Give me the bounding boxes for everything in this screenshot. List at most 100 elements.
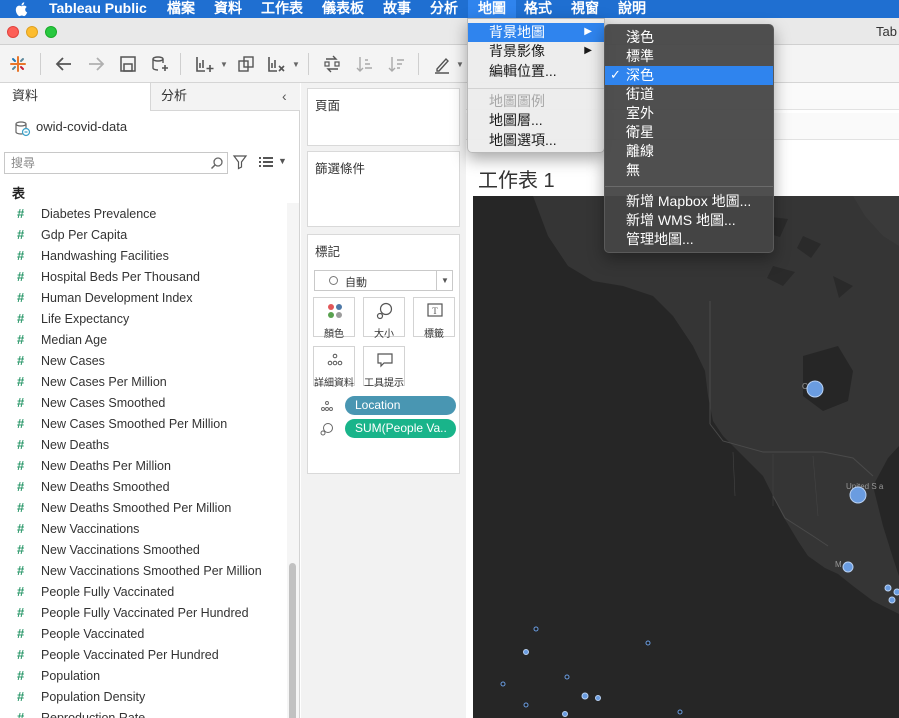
map-mark[interactable] [523,702,529,708]
field-item[interactable]: # New Vaccinations [0,519,286,540]
field-item[interactable]: # Human Development Index [0,288,286,309]
filter-icon[interactable] [232,154,248,170]
map-mark[interactable] [888,596,896,604]
minimize-window-button[interactable] [26,26,38,38]
field-item[interactable]: # People Fully Vaccinated Per Hundred [0,603,286,624]
field-item[interactable]: # Population Density [0,687,286,708]
field-item[interactable]: # Population [0,666,286,687]
field-item[interactable]: # New Cases Smoothed [0,393,286,414]
map-canvas[interactable]: Ca a United S a M co [473,196,899,718]
submenu-item-light[interactable]: 淺色 [605,28,654,47]
sort-descending-icon[interactable] [384,52,408,76]
map-mark[interactable] [595,695,601,701]
zoom-window-button[interactable] [45,26,57,38]
field-item[interactable]: # Handwashing Facilities [0,246,286,267]
scrollbar-thumb[interactable] [289,563,296,718]
field-item[interactable]: # People Vaccinated Per Hundred [0,645,286,666]
submenu-item-streets[interactable]: 街道 [605,85,654,104]
chevron-down-icon[interactable]: ▼ [456,60,464,69]
tab-data[interactable]: 資料 [0,83,150,111]
detail-button[interactable]: 詳細資料 [313,346,355,389]
sort-ascending-icon[interactable] [352,52,376,76]
tab-analysis[interactable]: 分析 [150,83,300,111]
menu-analysis[interactable]: 分析 [430,0,458,18]
map-mark[interactable] [564,674,570,680]
small-map-marks[interactable] [500,626,683,715]
submenu-item-none[interactable]: 無 [605,161,640,180]
field-item[interactable]: # New Cases Per Million [0,372,286,393]
submenu-item-add-wms[interactable]: 新增 WMS 地圖... [605,211,736,230]
map-mark[interactable] [842,561,854,573]
color-button[interactable]: 顏色 [313,297,355,340]
apple-icon[interactable] [14,0,30,18]
map-mark[interactable] [581,692,589,700]
menu-file[interactable]: 檔案 [167,0,195,18]
field-item[interactable]: # Hospital Beds Per Thousand [0,267,286,288]
menu-window[interactable]: 視窗 [571,0,599,18]
field-item[interactable]: # New Deaths [0,435,286,456]
map-mark[interactable] [500,681,506,687]
label-button[interactable]: T 標籤 [413,297,455,340]
duplicate-sheet-icon[interactable] [234,52,258,76]
field-item[interactable]: # Median Age [0,330,286,351]
new-worksheet-icon[interactable] [192,52,216,76]
field-item[interactable]: # New Deaths Smoothed [0,477,286,498]
map-mark[interactable] [893,588,899,596]
forward-icon[interactable] [84,52,108,76]
menu-story[interactable]: 故事 [383,0,411,18]
menu-worksheet[interactable]: 工作表 [261,0,303,18]
submenu-item-add-mapbox[interactable]: 新增 Mapbox 地圖... [605,192,751,211]
tooltip-button[interactable]: 工具提示 [363,346,405,389]
menu-item-map-layers[interactable]: 地圖層... [468,111,543,130]
menu-map[interactable]: 地圖 [468,0,516,18]
location-pill[interactable]: Location [345,396,456,415]
submenu-item-satellite[interactable]: 衛星 [605,123,654,142]
map-mark[interactable] [645,640,651,646]
field-item[interactable]: # Life Expectancy [0,309,286,330]
datasource-row[interactable]: owid-covid-data [0,113,300,143]
map-mark[interactable] [806,380,824,398]
search-input[interactable] [11,155,201,171]
menu-item-background-maps[interactable]: 背景地圖 ▶ [468,23,604,42]
chevron-down-icon[interactable]: ▼ [292,60,300,69]
clear-sheet-icon[interactable] [264,52,288,76]
chevron-down-icon[interactable]: ▼ [278,156,287,166]
field-item[interactable]: # New Cases [0,351,286,372]
back-icon[interactable] [52,52,76,76]
mark-type-dropdown[interactable]: 自動 ▼ [314,270,453,291]
field-item[interactable]: # Diabetes Prevalence [0,204,286,225]
collapse-pane-icon[interactable]: ‹ [282,88,287,104]
view-options-icon[interactable] [258,154,274,170]
submenu-item-normal[interactable]: 標準 [605,47,654,66]
field-item[interactable]: # New Vaccinations Smoothed [0,540,286,561]
people-vaccinated-pill[interactable]: SUM(People Va.. [345,419,456,438]
sheet-title[interactable]: 工作表 1 [478,164,555,193]
field-item[interactable]: # Reproduction Rate [0,708,286,718]
submenu-item-outdoors[interactable]: 室外 [605,104,654,123]
new-datasource-icon[interactable] [148,52,172,76]
field-item[interactable]: # New Cases Smoothed Per Million [0,414,286,435]
map-mark[interactable] [562,711,568,717]
map-mark[interactable] [523,649,529,655]
menu-format[interactable]: 格式 [524,0,552,18]
field-item[interactable]: # New Deaths Smoothed Per Million [0,498,286,519]
chevron-down-icon[interactable]: ▼ [220,60,228,69]
menu-data[interactable]: 資料 [214,0,242,18]
tableau-logo-icon[interactable] [6,52,30,76]
menu-item-edit-locations[interactable]: 編輯位置... [468,62,557,81]
close-window-button[interactable] [7,26,19,38]
menu-item-background-images[interactable]: 背景影像 ▶ [468,42,604,61]
submenu-item-manage-maps[interactable]: 管理地圖... [605,230,694,249]
search-icon[interactable] [210,156,224,170]
highlight-pen-icon[interactable] [430,52,454,76]
map-mark[interactable] [677,709,683,715]
field-item[interactable]: # People Vaccinated [0,624,286,645]
map-mark[interactable] [884,584,892,592]
menu-help[interactable]: 說明 [618,0,646,18]
submenu-item-dark[interactable]: ✓ 深色 [605,66,773,85]
save-icon[interactable] [116,52,140,76]
pages-shelf[interactable]: 頁面 [307,88,460,146]
map-view[interactable]: Ca a United S a M co [473,196,899,718]
field-item[interactable]: # People Fully Vaccinated [0,582,286,603]
field-item[interactable]: # New Vaccinations Smoothed Per Million [0,561,286,582]
